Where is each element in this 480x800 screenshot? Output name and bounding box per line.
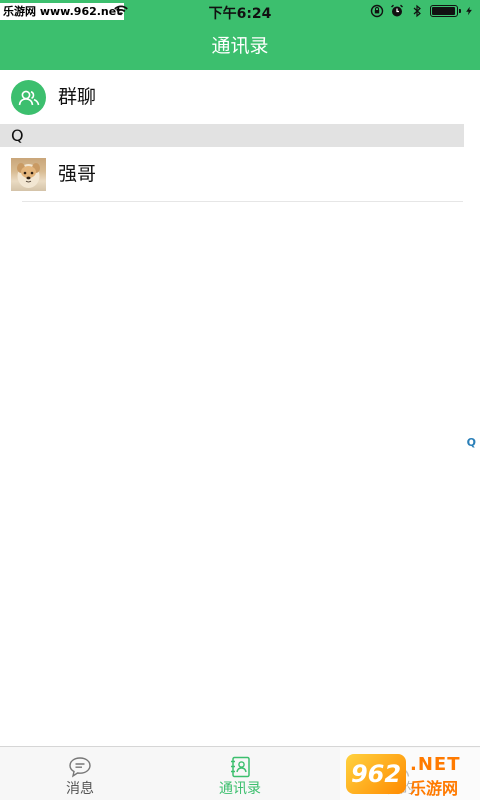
contacts-screen: 乐游网 www.962.net 下午6:24 通讯录 群聊 Q 强哥 Q 消息 … [0, 0, 480, 800]
watermark-logo: 962 .NET 乐游网 [340, 748, 480, 800]
contact-row[interactable]: 强哥 [0, 147, 480, 202]
group-icon [11, 80, 46, 115]
status-right-icons [370, 3, 474, 19]
contacts-book-icon [231, 756, 250, 778]
contact-name: 强哥 [58, 163, 97, 185]
screen-rotation-lock-icon [370, 4, 384, 18]
tab-contacts[interactable]: 通讯录 [160, 747, 320, 800]
row-divider [22, 201, 463, 202]
tab-messages[interactable]: 消息 [0, 747, 160, 800]
group-chat-label: 群聊 [58, 86, 97, 108]
battery-icon [430, 5, 461, 17]
top-bar: 乐游网 www.962.net 下午6:24 通讯录 [0, 0, 480, 70]
charging-icon [466, 6, 472, 16]
watermark-net: .NET [410, 754, 461, 775]
section-header-q: Q [0, 124, 464, 147]
index-bar-letter-q[interactable]: Q [467, 436, 476, 449]
tab-messages-label: 消息 [66, 781, 94, 797]
alarm-icon [391, 4, 403, 17]
bluetooth-icon [413, 4, 421, 18]
chat-bubble-icon [69, 757, 91, 778]
status-bar: 乐游网 www.962.net 下午6:24 [0, 0, 480, 24]
watermark-cn: 乐游网 [410, 779, 459, 798]
tab-contacts-label: 通讯录 [219, 781, 261, 797]
group-chat-row[interactable]: 群聊 [0, 70, 480, 124]
battery-level [432, 7, 456, 15]
page-title: 通讯录 [211, 35, 269, 57]
dog-photo-avatar [11, 158, 46, 191]
watermark-badge: 962 [346, 754, 406, 794]
